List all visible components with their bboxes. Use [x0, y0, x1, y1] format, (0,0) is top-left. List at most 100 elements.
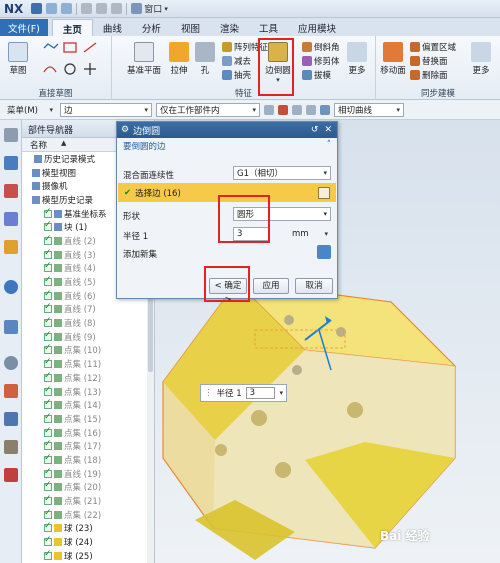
curve-rule-select[interactable]: 相切曲线 ▾ — [334, 102, 404, 117]
tree-row[interactable]: 点集 (15) — [30, 412, 154, 426]
undo-icon[interactable] — [46, 3, 58, 14]
apply-button[interactable]: 应用 — [253, 278, 289, 294]
continuity-select[interactable]: G1（相切） ▾ — [233, 166, 331, 180]
visibility-checkbox[interactable] — [44, 398, 52, 410]
tree-row[interactable]: 点集 (22) — [30, 508, 154, 522]
sketch-button[interactable]: 草图 — [4, 42, 32, 76]
visibility-checkbox[interactable] — [44, 207, 52, 218]
filter-icon[interactable] — [278, 104, 288, 115]
window-menu[interactable]: 窗口 ▾ — [131, 2, 168, 15]
tree-row[interactable]: 点集 (18) — [30, 453, 154, 467]
part-navigator-icon[interactable] — [4, 212, 18, 226]
chamfer-button[interactable]: 倒斜角 — [302, 41, 340, 53]
visibility-checkbox[interactable] — [44, 385, 52, 396]
visibility-checkbox[interactable] — [44, 494, 52, 506]
subtract-button[interactable]: 减去 — [222, 55, 251, 67]
select-all-icon[interactable] — [292, 104, 302, 115]
tree-row[interactable]: 直线 (8) — [30, 316, 154, 330]
visibility-checkbox[interactable] — [44, 439, 52, 451]
visibility-checkbox[interactable] — [44, 535, 52, 547]
visibility-checkbox[interactable] — [44, 371, 52, 382]
tree-row[interactable]: 直线 (7) — [30, 302, 154, 317]
tree-row[interactable]: 点集 (16) — [30, 426, 154, 440]
tree-row[interactable]: 球 (24) — [30, 535, 154, 549]
tab-file[interactable]: 文件(F) — [0, 19, 48, 36]
visibility-checkbox[interactable] — [44, 426, 52, 437]
hd3d-icon[interactable] — [4, 280, 18, 294]
visibility-checkbox[interactable] — [44, 289, 52, 300]
manufacturing-wizard-icon[interactable] — [4, 440, 18, 454]
copy-icon[interactable] — [96, 3, 108, 14]
visibility-checkbox[interactable] — [44, 467, 52, 478]
sort-up-icon[interactable]: ▲ — [61, 139, 66, 150]
visibility-checkbox[interactable] — [44, 343, 52, 355]
tree-row[interactable]: 直线 (19) — [30, 467, 154, 481]
extrude-button[interactable]: 拉伸 — [166, 42, 192, 76]
tab-analysis[interactable]: 分析 — [132, 19, 171, 36]
visibility-checkbox[interactable] — [44, 330, 52, 341]
type-filter-select[interactable]: 边 ▾ — [60, 102, 152, 117]
tab-apps[interactable]: 应用模块 — [288, 19, 346, 36]
assembly-navigator-icon[interactable] — [4, 156, 18, 170]
delete-face-button[interactable]: 删除面 — [410, 69, 448, 81]
visibility-checkbox[interactable] — [44, 234, 52, 245]
gear-icon[interactable]: ⚙ — [121, 125, 129, 135]
reuse-library-icon[interactable] — [4, 240, 18, 254]
visibility-checkbox[interactable] — [44, 549, 52, 560]
tree-row[interactable]: 点集 (14) — [30, 398, 154, 412]
trim-body-button[interactable]: 修剪体 — [302, 55, 340, 67]
visibility-checkbox[interactable] — [44, 357, 52, 369]
visibility-checkbox[interactable] — [44, 261, 52, 273]
web-browser-icon[interactable] — [4, 320, 18, 334]
close-icon[interactable]: ✕ — [324, 125, 332, 135]
tree-row[interactable]: 球 (23) — [30, 521, 154, 536]
tab-view[interactable]: 视图 — [171, 19, 210, 36]
save-icon[interactable] — [31, 3, 43, 14]
paste-icon[interactable] — [111, 3, 123, 14]
tree-row[interactable]: 球 (25) — [30, 549, 154, 563]
tree-row[interactable]: 点集 (20) — [30, 480, 154, 495]
selection-scope-select[interactable]: 仅在工作部件内 ▾ — [156, 102, 260, 117]
menu-button[interactable]: 菜单(M) ▾ — [4, 103, 56, 117]
visibility-checkbox[interactable] — [44, 248, 52, 259]
tree-row[interactable]: 点集 (21) — [30, 494, 154, 508]
datum-plane-button[interactable]: 基准平面 — [126, 42, 162, 76]
reset-icon[interactable]: ↺ — [311, 125, 319, 135]
visibility-checkbox[interactable] — [44, 412, 52, 423]
curve-rule-icon[interactable] — [320, 104, 330, 115]
shell-button[interactable]: 抽壳 — [222, 69, 251, 81]
process-studio-icon[interactable] — [4, 412, 18, 426]
visibility-checkbox[interactable] — [44, 220, 52, 232]
tree-row[interactable]: 点集 (13) — [30, 385, 154, 399]
edges-section-header[interactable]: 要倒圆的边 ˄ — [117, 138, 337, 153]
tab-home[interactable]: 主页 — [51, 19, 93, 36]
roles-icon[interactable] — [4, 468, 18, 482]
tab-render[interactable]: 渲染 — [210, 19, 249, 36]
system-materials-icon[interactable] — [4, 384, 18, 398]
replace-face-button[interactable]: 替换面 — [410, 55, 448, 67]
visibility-checkbox[interactable] — [44, 453, 52, 464]
redo-icon[interactable] — [61, 3, 73, 14]
snap-icon[interactable] — [264, 104, 274, 115]
collapse-icon[interactable]: ˄ — [327, 140, 331, 151]
hole-button[interactable]: 孔 — [194, 42, 216, 76]
history-icon[interactable] — [4, 356, 18, 370]
visibility-checkbox[interactable] — [44, 302, 52, 314]
radius-onscreen-input[interactable]: ⋮ 半径 1 3 ▾ — [200, 384, 287, 402]
radius-tag-value[interactable]: 3 — [245, 387, 276, 399]
column-name[interactable]: 名称 — [30, 139, 47, 151]
tree-row[interactable]: 点集 (17) — [30, 439, 154, 453]
visibility-checkbox[interactable] — [44, 508, 52, 519]
visibility-checkbox[interactable] — [44, 316, 52, 328]
move-face-button[interactable]: 移动面 — [378, 42, 408, 76]
tree-row[interactable]: 直线 (9) — [30, 330, 154, 344]
edge-selector-icon[interactable] — [318, 186, 330, 199]
more-sync-button[interactable]: 更多 — [468, 42, 494, 76]
cancel-button[interactable]: 取消 — [295, 278, 333, 294]
cut-icon[interactable] — [81, 3, 93, 14]
tab-curve[interactable]: 曲线 — [93, 19, 132, 36]
tab-tools[interactable]: 工具 — [249, 19, 288, 36]
draft-button[interactable]: 拔模 — [302, 69, 331, 81]
settings-icon[interactable] — [4, 128, 18, 142]
sketch-tools-icons[interactable] — [40, 42, 108, 82]
